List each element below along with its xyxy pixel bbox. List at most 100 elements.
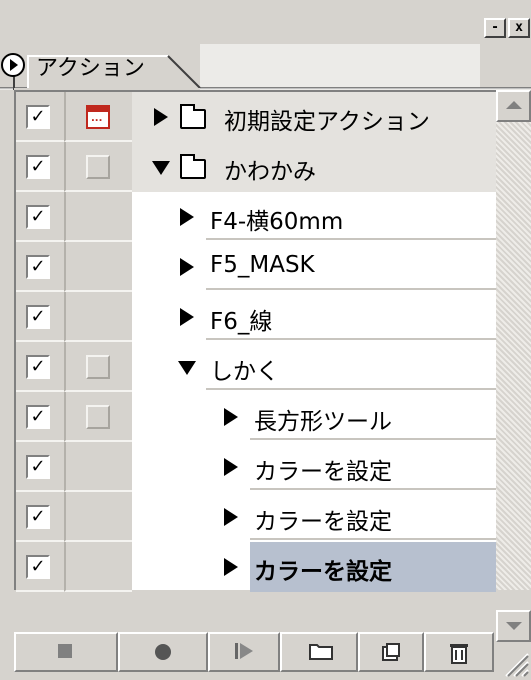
action-set-label: 初期設定アクション: [224, 109, 430, 135]
action-row[interactable]: ✓ 長方形ツール: [16, 392, 496, 442]
folder-icon: [180, 154, 206, 179]
arrow-down-icon: [506, 622, 522, 630]
action-label: F6_線: [210, 309, 273, 335]
folder-icon: [308, 641, 334, 665]
modal-dialog-icon[interactable]: ...: [86, 105, 110, 129]
row-separator: [250, 488, 496, 490]
include-checkbox[interactable]: ✓: [26, 355, 50, 379]
include-toggle-cell: ✓: [16, 242, 64, 292]
include-checkbox[interactable]: ✓: [26, 105, 50, 129]
action-label: カラーを設定: [254, 559, 392, 585]
include-checkbox[interactable]: ✓: [26, 455, 50, 479]
dialog-toggle-box[interactable]: [86, 355, 110, 379]
dialog-toggle-cell: [64, 342, 132, 392]
tab-strip: アクション: [0, 44, 531, 90]
collapsed-triangle-icon[interactable]: [180, 258, 194, 276]
record-button[interactable]: [118, 632, 208, 672]
collapsed-triangle-icon[interactable]: [224, 408, 238, 426]
row-separator: [206, 388, 496, 390]
scroll-up-button[interactable]: [496, 90, 531, 122]
dialog-toggle-cell: [64, 242, 132, 292]
collapsed-triangle-icon[interactable]: [180, 308, 194, 326]
new-action-icon: [380, 641, 402, 667]
collapsed-triangle-icon[interactable]: [224, 508, 238, 526]
row-separator: [206, 238, 496, 240]
expanded-triangle-icon[interactable]: [152, 161, 170, 175]
scroll-down-button[interactable]: [496, 610, 531, 642]
minimize-button[interactable]: -: [484, 18, 506, 38]
actions-list: ✓... 初期設定アクション ✓ かわかみ ✓ F4-横60mm ✓ F5_MASK ✓ F6_線…: [14, 90, 498, 652]
include-checkbox[interactable]: ✓: [26, 305, 50, 329]
record-icon: [152, 641, 174, 667]
include-toggle-cell: ✓: [16, 292, 64, 342]
include-checkbox[interactable]: ✓: [26, 255, 50, 279]
action-label: 長方形ツール: [254, 409, 392, 435]
expanded-triangle-icon[interactable]: [178, 361, 196, 375]
actions-panel: - x アクション ✓... 初期設定アクション ✓ かわかみ ✓ F4-横60mm ✓ F5…: [0, 0, 531, 680]
collapsed-triangle-icon[interactable]: [180, 208, 194, 226]
include-toggle-cell: ✓: [16, 192, 64, 242]
row-separator: [250, 538, 496, 540]
action-row[interactable]: ✓ F4-横60mm: [16, 192, 496, 242]
action-row[interactable]: ✓... 初期設定アクション: [16, 92, 496, 142]
play-icon: [233, 641, 255, 665]
action-label: F4-横60mm: [210, 209, 344, 235]
dialog-toggle-cell: [64, 492, 132, 542]
row-separator: [206, 338, 496, 340]
tab-actions[interactable]: アクション: [36, 50, 145, 82]
trash-icon: [448, 641, 470, 669]
include-toggle-cell: ✓: [16, 92, 64, 142]
delete-button[interactable]: [424, 632, 494, 672]
stop-button[interactable]: [14, 632, 118, 672]
include-toggle-cell: ✓: [16, 492, 64, 542]
include-toggle-cell: ✓: [16, 342, 64, 392]
action-row[interactable]: ✓ F5_MASK: [16, 242, 496, 292]
close-button[interactable]: x: [508, 18, 530, 38]
dialog-toggle-cell: [64, 292, 132, 342]
action-label: カラーを設定: [254, 509, 392, 535]
include-toggle-cell: ✓: [16, 442, 64, 492]
include-checkbox[interactable]: ✓: [26, 405, 50, 429]
vertical-scrollbar[interactable]: [496, 90, 531, 642]
dialog-toggle-cell: [64, 542, 132, 592]
panel-menu-icon[interactable]: [0, 52, 26, 78]
dialog-toggle-cell: [64, 392, 132, 442]
palette-title-bar[interactable]: - x: [0, 0, 531, 44]
include-checkbox[interactable]: ✓: [26, 555, 50, 579]
collapsed-triangle-icon[interactable]: [224, 458, 238, 476]
dialog-toggle-cell: [64, 142, 132, 192]
resize-grip-icon[interactable]: [500, 640, 530, 678]
include-toggle-cell: ✓: [16, 542, 64, 592]
row-separator: [206, 288, 496, 290]
play-button[interactable]: [208, 632, 280, 672]
include-checkbox[interactable]: ✓: [26, 155, 50, 179]
action-row[interactable]: ✓ しかく: [16, 342, 496, 392]
action-label: しかく: [210, 359, 279, 385]
action-set-label: かわかみ: [224, 159, 316, 185]
collapsed-triangle-icon[interactable]: [154, 108, 168, 126]
stop-icon: [55, 641, 75, 665]
folder-icon: [180, 104, 206, 129]
arrow-up-icon: [506, 101, 522, 109]
actions-toolbar: [14, 632, 494, 672]
new-action-button[interactable]: [358, 632, 424, 672]
collapsed-triangle-icon[interactable]: [224, 558, 238, 576]
new-set-button[interactable]: [280, 632, 358, 672]
action-label: F5_MASK: [210, 252, 315, 278]
dialog-toggle-box[interactable]: [86, 405, 110, 429]
row-separator: [250, 438, 496, 440]
include-toggle-cell: ✓: [16, 392, 64, 442]
include-checkbox[interactable]: ✓: [26, 505, 50, 529]
action-row[interactable]: ✓ カラーを設定: [16, 442, 496, 492]
action-row[interactable]: ✓ かわかみ: [16, 142, 496, 192]
dialog-toggle-cell: ...: [64, 92, 132, 142]
action-row[interactable]: ✓ カラーを設定: [16, 542, 496, 592]
dialog-ellipsis: ...: [91, 113, 103, 124]
include-checkbox[interactable]: ✓: [26, 205, 50, 229]
dialog-toggle-cell: [64, 192, 132, 242]
dialog-toggle-cell: [64, 442, 132, 492]
action-row[interactable]: ✓ カラーを設定: [16, 492, 496, 542]
dialog-toggle-box[interactable]: [86, 155, 110, 179]
action-label: カラーを設定: [254, 459, 392, 485]
action-row[interactable]: ✓ F6_線: [16, 292, 496, 342]
